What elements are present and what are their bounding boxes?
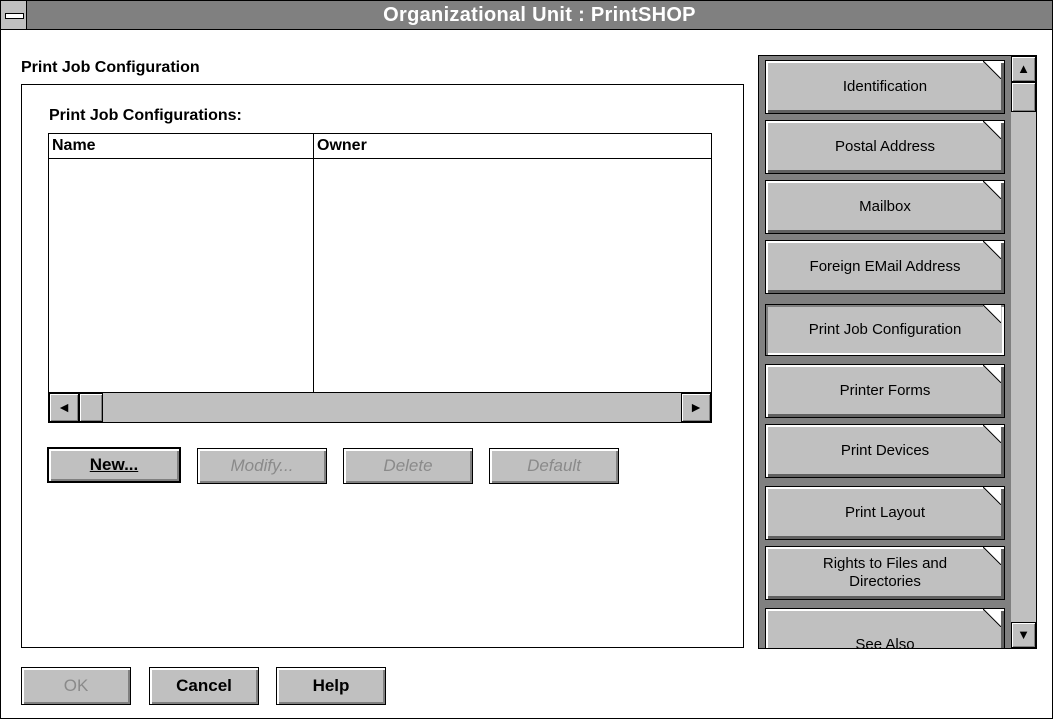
new-button-label: New... <box>89 455 139 474</box>
cancel-button[interactable]: Cancel <box>149 667 259 705</box>
delete-button[interactable]: Delete <box>343 448 473 484</box>
page-corner-icon <box>983 487 1001 505</box>
page-corner-icon <box>983 365 1001 383</box>
page-tab-see-also[interactable]: See Also <box>765 608 1005 649</box>
horizontal-scroll-thumb[interactable] <box>79 393 103 422</box>
page-tab-print-layout[interactable]: Print Layout <box>765 486 1005 540</box>
page-corner-icon <box>983 305 1001 323</box>
list-label: Print Job Configurations: <box>49 107 242 124</box>
column-header-owner[interactable]: Owner <box>314 134 711 158</box>
page-button-list: Identification Postal Address Mailbox Fo… <box>758 55 1012 649</box>
horizontal-scrollbar[interactable]: ◄ ► <box>49 392 711 422</box>
list-header: Name Owner <box>49 134 711 159</box>
vertical-scroll-thumb[interactable] <box>1011 82 1036 112</box>
page-tab-label: See Also <box>855 636 915 649</box>
page-tab-label: Identification <box>842 78 928 95</box>
ok-button[interactable]: OK <box>21 667 131 705</box>
page-corner-icon <box>983 547 1001 565</box>
page-corner-icon <box>983 609 1001 627</box>
scroll-down-button[interactable]: ▼ <box>1011 622 1036 648</box>
page-tab-postal-address[interactable]: Postal Address <box>765 120 1005 174</box>
modify-button[interactable]: Modify... <box>197 448 327 484</box>
help-button[interactable]: Help <box>276 667 386 705</box>
page-corner-icon <box>983 61 1001 79</box>
arrow-down-icon: ▼ <box>1017 627 1030 642</box>
page-tab-printer-forms[interactable]: Printer Forms <box>765 364 1005 418</box>
page-tab-foreign-email-address[interactable]: Foreign EMail Address <box>765 240 1005 294</box>
page-tab-print-devices[interactable]: Print Devices <box>765 424 1005 478</box>
page-tab-print-job-configuration[interactable]: Print Job Configuration <box>765 304 1005 356</box>
page-tab-label: Foreign EMail Address <box>809 258 961 275</box>
page-tab-label: Mailbox <box>859 198 911 215</box>
page-corner-icon <box>983 241 1001 259</box>
arrow-right-icon: ► <box>689 399 703 415</box>
page-tab-label: Print Job Configuration <box>808 321 962 338</box>
page-tab-rights-to-files[interactable]: Rights to Files and Directories <box>765 546 1005 600</box>
page-tab-label: Postal Address <box>834 138 936 155</box>
page-corner-icon <box>983 425 1001 443</box>
arrow-up-icon: ▲ <box>1017 61 1030 76</box>
new-button[interactable]: New... <box>47 447 181 483</box>
page-corner-icon <box>983 181 1001 199</box>
page-tab-mailbox[interactable]: Mailbox <box>765 180 1005 234</box>
default-button[interactable]: Default <box>489 448 619 484</box>
vertical-scrollbar[interactable]: ▲ ▼ <box>1011 55 1037 649</box>
column-header-name[interactable]: Name <box>49 134 314 158</box>
print-job-list[interactable]: Name Owner ◄ ► <box>48 133 712 423</box>
page-tab-identification[interactable]: Identification <box>765 60 1005 114</box>
scroll-right-button[interactable]: ► <box>681 393 711 422</box>
scroll-left-button[interactable]: ◄ <box>49 393 79 422</box>
system-menu-button[interactable] <box>1 1 27 29</box>
section-title: Print Job Configuration <box>21 59 200 76</box>
arrow-left-icon: ◄ <box>57 399 71 415</box>
page-corner-icon <box>983 121 1001 139</box>
page-tab-label: Print Layout <box>844 504 926 521</box>
system-menu-icon <box>5 13 24 19</box>
window-title: Organizational Unit : PrintSHOP <box>383 4 696 26</box>
page-tab-label: Print Devices <box>840 442 930 459</box>
page-tab-label: Rights to Files and Directories <box>822 555 948 590</box>
page-tab-label: Printer Forms <box>839 382 931 399</box>
dialog-window: Organizational Unit : PrintSHOP Print Jo… <box>0 0 1053 719</box>
title-bar[interactable]: Organizational Unit : PrintSHOP <box>1 1 1052 30</box>
column-divider[interactable] <box>313 134 314 392</box>
scroll-up-button[interactable]: ▲ <box>1011 56 1036 82</box>
